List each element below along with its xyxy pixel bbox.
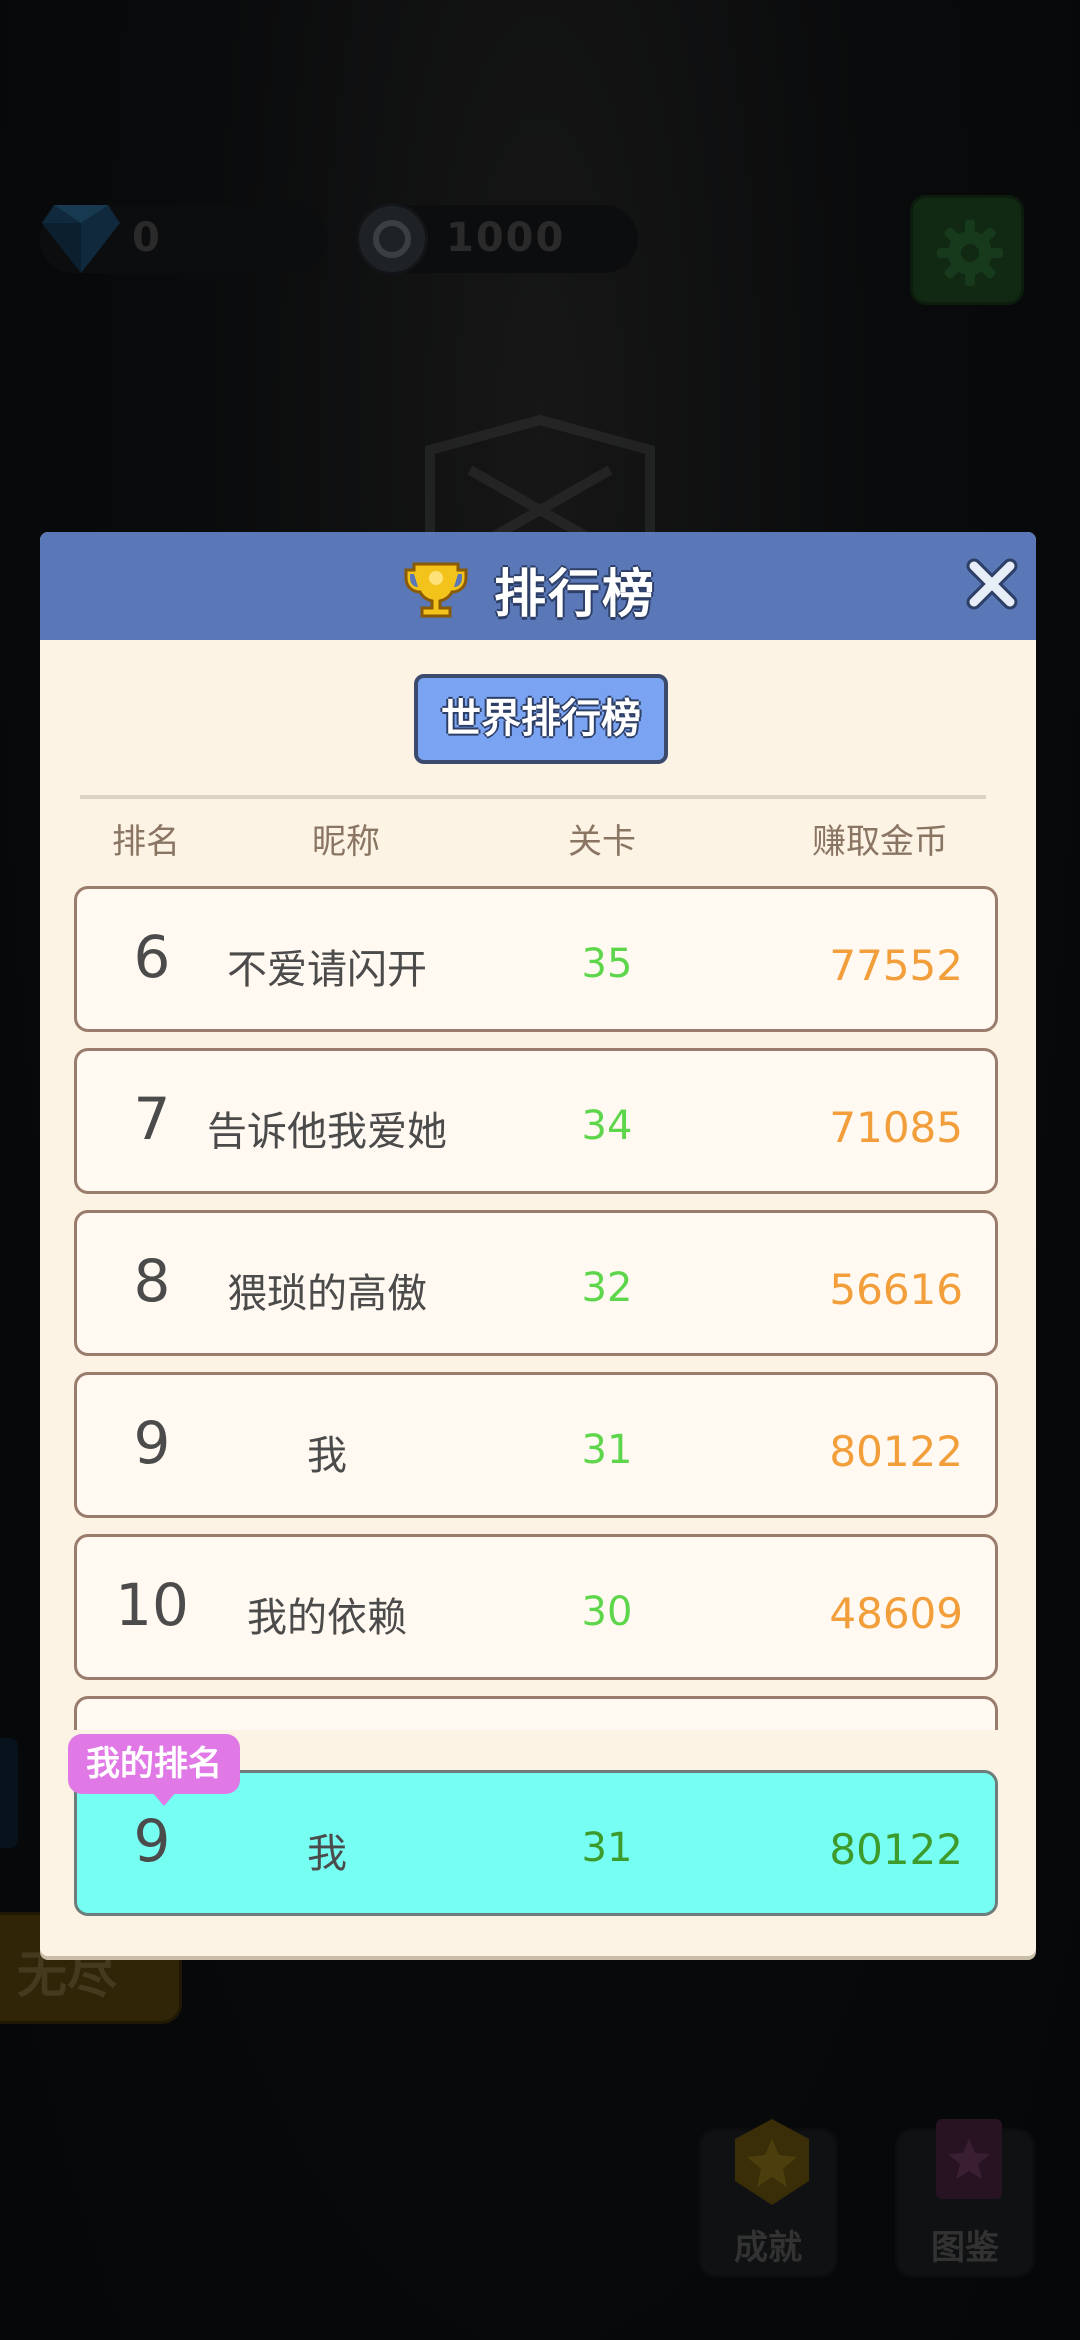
- row-name: 猥琐的高傲: [227, 1271, 427, 1317]
- row-name: 我的依赖: [247, 1595, 407, 1641]
- row-coins: 77552: [829, 941, 963, 990]
- leaderboard-row: 6 不爱请闪开 35 77552: [74, 886, 998, 1032]
- row-level: 30: [581, 1589, 633, 1635]
- column-header-rank: 排名: [112, 822, 180, 862]
- row-coins: 56616: [829, 1265, 963, 1314]
- leaderboard-list[interactable]: 6 不爱请闪开 35 77552 7 告诉他我爱她 34 71085 8 猥琐的…: [74, 886, 998, 1730]
- column-header-name: 昵称: [312, 822, 380, 862]
- my-name: 我: [307, 1831, 347, 1877]
- row-coins: 48609: [829, 1589, 963, 1638]
- leaderboard-row: 8 猥琐的高傲 32 56616: [74, 1210, 998, 1356]
- leaderboard-row: 7 告诉他我爱她 34 71085: [74, 1048, 998, 1194]
- row-name: 不爱请闪开: [227, 947, 427, 993]
- row-level: 35: [581, 941, 633, 987]
- row-coins: 71085: [829, 1103, 963, 1152]
- column-header-level: 关卡: [568, 822, 636, 862]
- tab-world-leaderboard[interactable]: 世界排行榜: [414, 674, 668, 764]
- dialog-title: 排行榜: [494, 565, 657, 625]
- column-header-coins: 赚取金币: [812, 822, 948, 862]
- close-button[interactable]: [964, 554, 1020, 614]
- my-level: 31: [581, 1825, 633, 1871]
- row-level: 31: [581, 1427, 633, 1473]
- leaderboard-dialog: 排行榜 世界排行榜 排名 昵称 关卡 赚取金币 6 不爱请闪开 35 77552…: [40, 532, 1036, 1956]
- row-level: 34: [581, 1103, 633, 1149]
- row-name: 告诉他我爱她: [207, 1109, 447, 1155]
- row-level: 32: [581, 1265, 633, 1311]
- leaderboard-row: 9 我 31 80122: [74, 1372, 998, 1518]
- my-coins: 80122: [829, 1825, 963, 1874]
- leaderboard-row: [74, 1696, 998, 1730]
- trophy-icon: [404, 562, 468, 618]
- dialog-header: 排行榜: [40, 532, 1036, 640]
- leaderboard-row: 10 我的依赖 30 48609: [74, 1534, 998, 1680]
- row-coins: 80122: [829, 1427, 963, 1476]
- my-rank-badge: 我的排名: [68, 1734, 240, 1806]
- close-icon: [966, 558, 1018, 610]
- row-name: 我: [307, 1433, 347, 1479]
- divider: [80, 795, 986, 799]
